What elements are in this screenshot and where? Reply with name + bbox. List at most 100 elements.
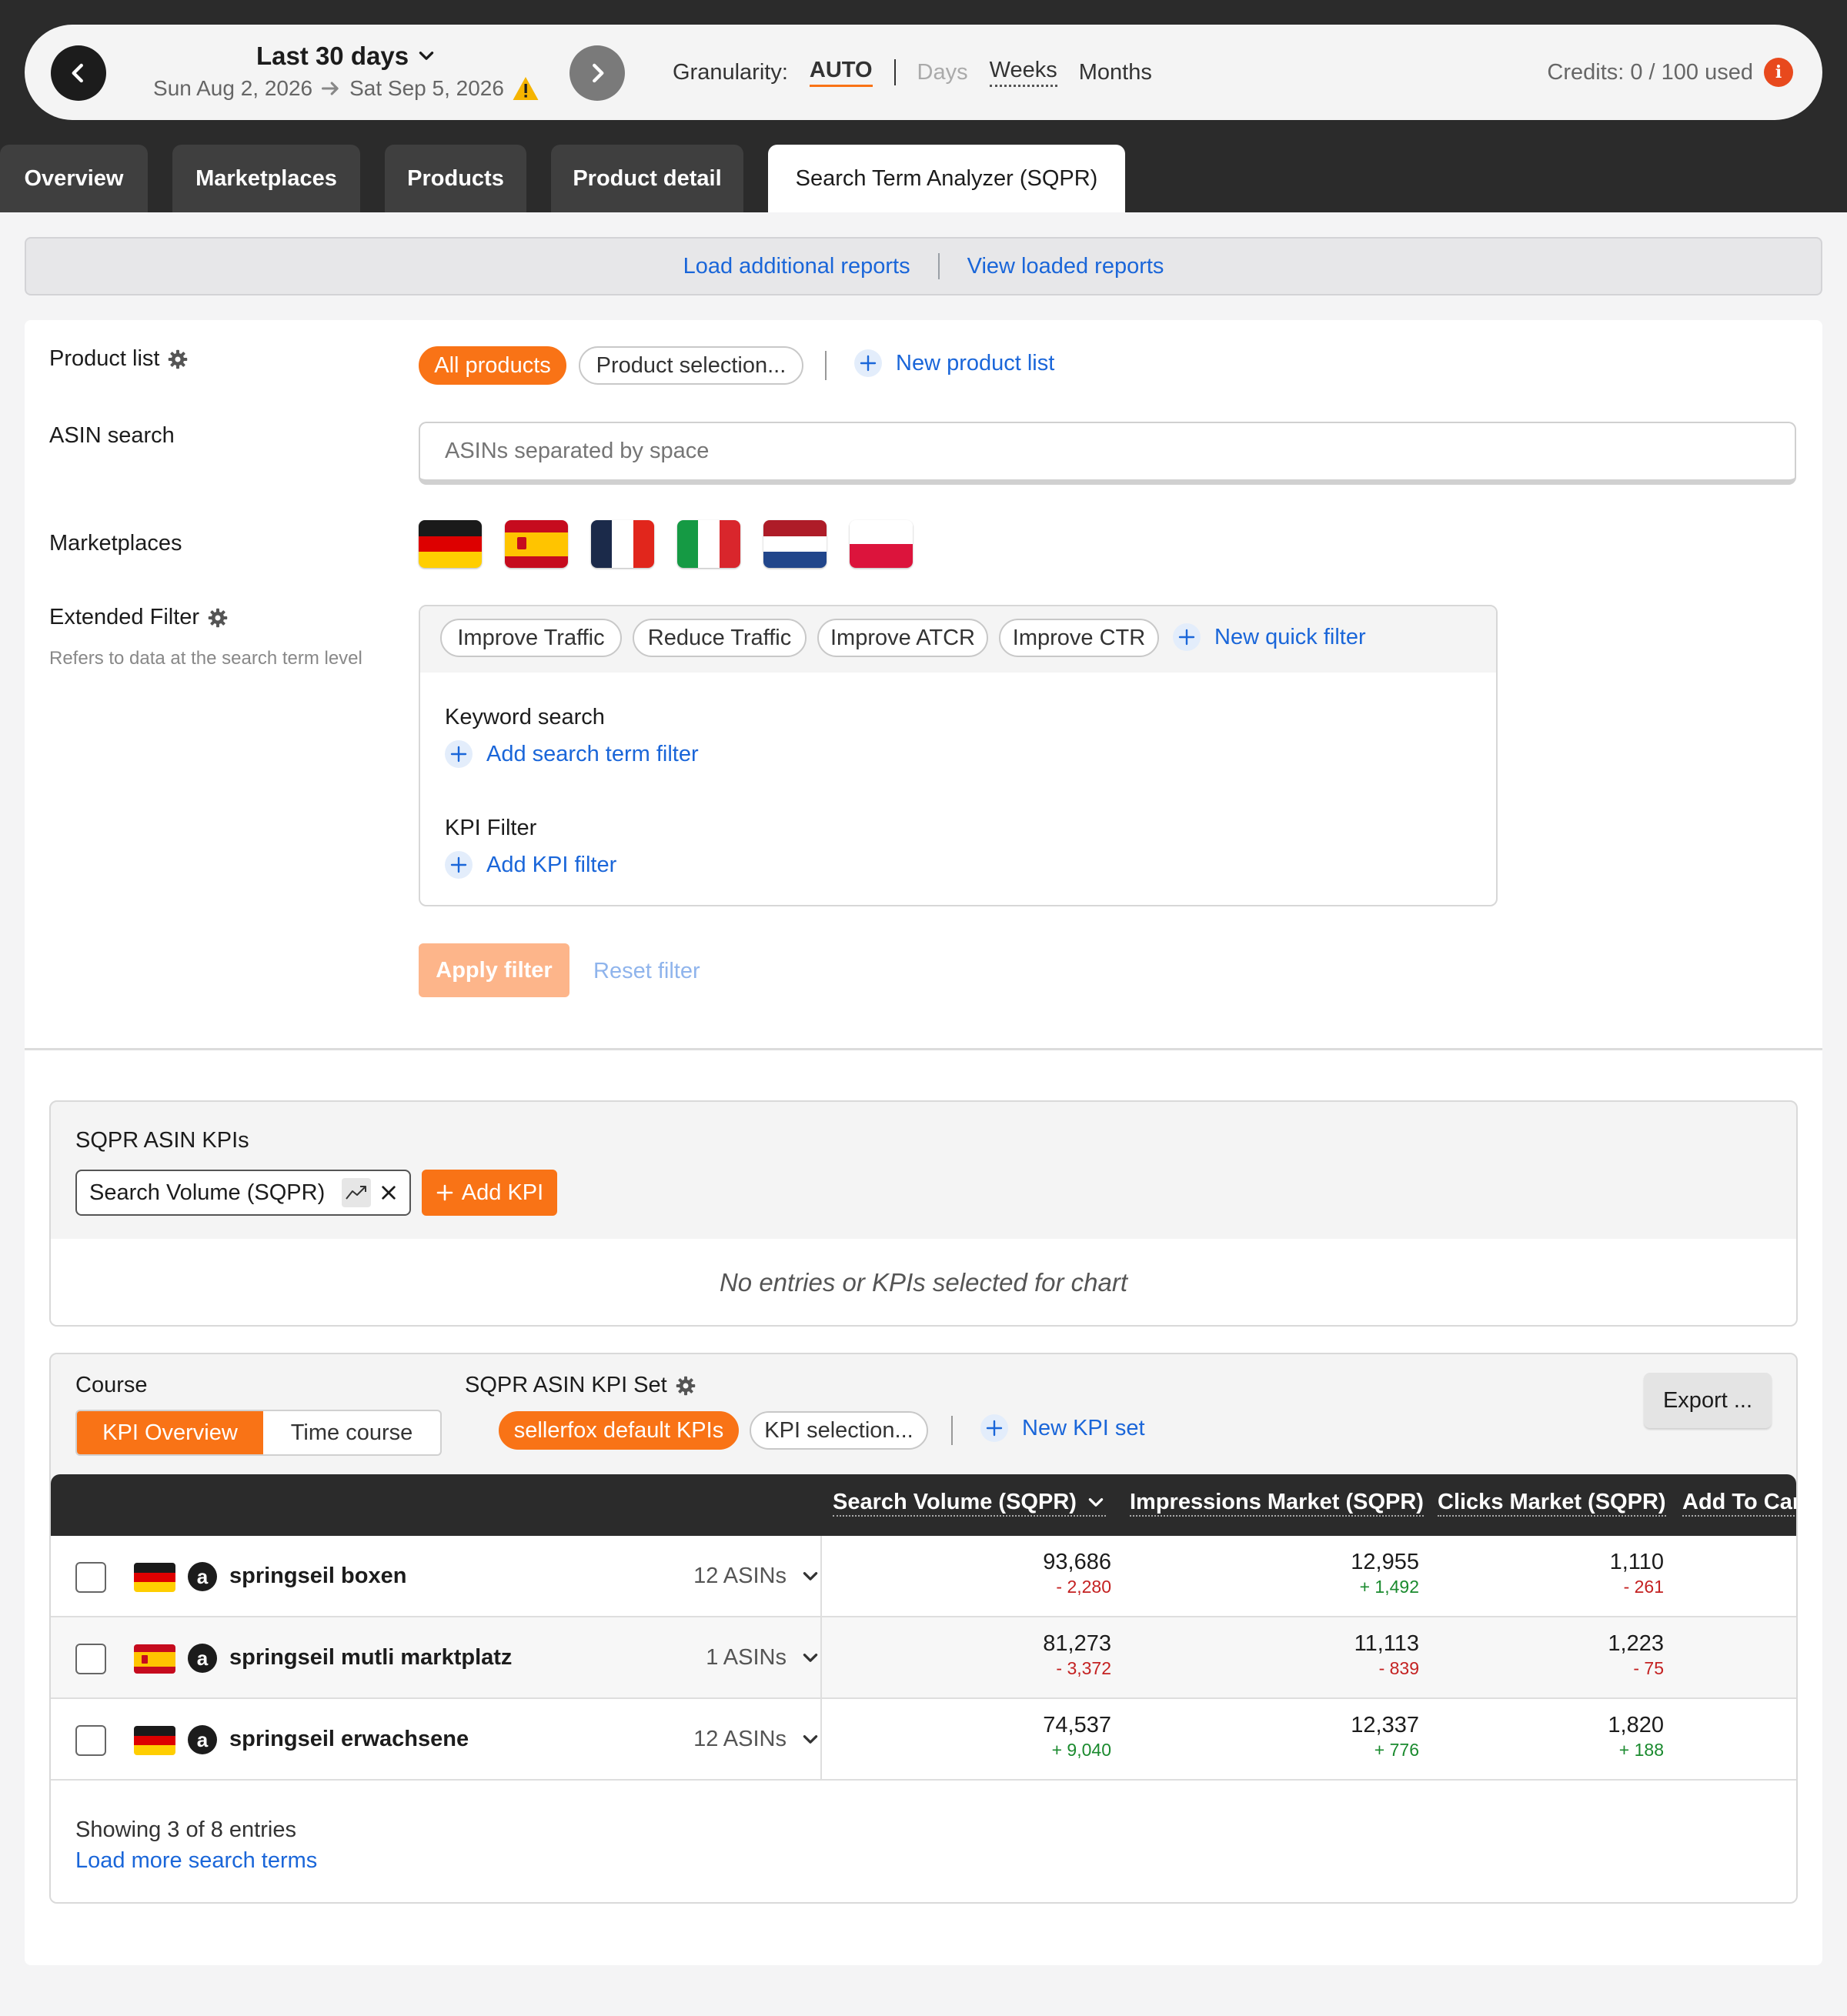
tab-search-term-analyzer[interactable]: Search Term Analyzer (SQPR): [768, 145, 1125, 212]
reports-divider: [937, 253, 940, 279]
load-additional-reports-link[interactable]: Load additional reports: [683, 254, 910, 279]
cell-search-volume: 74,537 + 9,040: [1043, 1711, 1111, 1761]
cell-impressions-market: 11,113- 839: [1354, 1630, 1419, 1679]
granularity-months[interactable]: Months: [1079, 60, 1152, 85]
plus-icon: [436, 1184, 453, 1201]
granularity-auto[interactable]: AUTO: [809, 58, 873, 87]
chevron-down-icon: [803, 1653, 818, 1662]
load-more-search-terms-link[interactable]: Load more search terms: [75, 1848, 317, 1874]
amazon-icon: a: [188, 1644, 217, 1673]
new-kpi-set-link[interactable]: New KPI set: [980, 1414, 1145, 1442]
chevron-down-icon: [1088, 1497, 1104, 1507]
product-list-label: Product list: [49, 346, 189, 372]
cell-search-volume: 93,686 - 2,280: [1043, 1548, 1111, 1597]
course-time-course[interactable]: Time course: [263, 1411, 440, 1454]
view-loaded-reports-link[interactable]: View loaded reports: [967, 254, 1164, 279]
section-divider: [25, 1048, 1822, 1050]
chip-all-products[interactable]: All products: [419, 346, 566, 385]
course-kpi-overview[interactable]: KPI Overview: [77, 1411, 263, 1454]
column-clicks-market[interactable]: Clicks Market (SQPR): [1438, 1490, 1666, 1517]
add-kpi-filter-link[interactable]: Add KPI filter: [445, 851, 616, 879]
value: 12,955: [1351, 1550, 1419, 1574]
next-period-button[interactable]: [569, 45, 625, 101]
row-checkbox[interactable]: [75, 1725, 106, 1756]
value: 81,273: [1043, 1631, 1111, 1656]
date-range-bar: Last 30 days Sun Aug 2, 2026 Sat Sep 5, …: [25, 25, 1822, 120]
quick-filter-improve-ctr[interactable]: Improve CTR: [999, 619, 1159, 657]
flag-fr[interactable]: [591, 520, 654, 568]
tab-products[interactable]: Products: [385, 145, 526, 212]
extended-filter-label: Extended Filter: [49, 605, 229, 630]
top-bar: Last 30 days Sun Aug 2, 2026 Sat Sep 5, …: [0, 0, 1847, 212]
flag-de[interactable]: [419, 520, 482, 568]
tab-marketplaces[interactable]: Marketplaces: [172, 145, 360, 212]
asins-toggle[interactable]: 12 ASINs: [693, 1727, 820, 1752]
new-product-list-link[interactable]: New product list: [854, 349, 1054, 377]
asin-search-input[interactable]: [419, 422, 1796, 485]
add-search-term-filter-text: Add search term filter: [486, 741, 699, 766]
table-row[interactable]: a springseil erwachsene 12 ASINs 74,537 +…: [51, 1699, 1796, 1781]
delta: + 9,040: [1051, 1740, 1111, 1760]
quick-filter-improve-atcr[interactable]: Improve ATCR: [817, 619, 988, 657]
column-search-volume[interactable]: Search Volume (SQPR): [833, 1490, 1106, 1517]
asins-toggle[interactable]: 1 ASINs: [706, 1645, 820, 1671]
column-impressions-market[interactable]: Impressions Market (SQPR): [1130, 1490, 1424, 1517]
gear-icon[interactable]: [675, 1375, 696, 1397]
chip-kpi-selection[interactable]: KPI selection...: [750, 1411, 928, 1450]
flag-es: [134, 1644, 175, 1674]
row-checkbox[interactable]: [75, 1562, 106, 1593]
add-kpi-filter-text: Add KPI filter: [486, 852, 617, 877]
granularity-label: Granularity:: [673, 59, 788, 85]
delta: - 2,280: [1056, 1577, 1111, 1597]
flag-de: [134, 1726, 175, 1755]
cell-search-volume: 81,273- 3,372: [1043, 1630, 1111, 1679]
value: 1,820: [1608, 1713, 1664, 1737]
reset-filter-link[interactable]: Reset filter: [593, 959, 700, 984]
column-divider: [820, 1536, 822, 1617]
table-row[interactable]: a springseil boxen 12 ASINs 93,686 - 2,28…: [51, 1536, 1796, 1617]
coat-of-arms-icon: [142, 1654, 148, 1664]
add-search-term-filter-link[interactable]: Add search term filter: [445, 740, 699, 768]
amazon-icon: a: [188, 1562, 217, 1591]
new-quick-filter-link[interactable]: New quick filter: [1173, 623, 1366, 651]
flag-it[interactable]: [677, 520, 740, 568]
flag-nl[interactable]: [763, 520, 827, 568]
column-add-to-cart[interactable]: Add To Car: [1682, 1490, 1796, 1517]
gear-icon[interactable]: [207, 607, 229, 629]
chevron-down-icon: [419, 52, 434, 60]
delta: - 3,372: [1056, 1658, 1111, 1678]
date-to: Sat Sep 5, 2026: [349, 76, 504, 100]
gear-icon[interactable]: [167, 349, 189, 370]
delta: - 261: [1623, 1577, 1664, 1597]
asins-toggle[interactable]: 12 ASINs: [693, 1564, 820, 1589]
chart-card-title: SQPR ASIN KPIs: [75, 1128, 249, 1153]
row-checkbox[interactable]: [75, 1644, 106, 1674]
previous-period-button[interactable]: [51, 45, 106, 101]
quick-filter-improve-traffic[interactable]: Improve Traffic: [440, 619, 622, 657]
kpi-chip-search-volume[interactable]: Search Volume (SQPR): [75, 1170, 411, 1216]
cell-impressions-market: 12,337 + 776: [1351, 1711, 1419, 1761]
granularity-days[interactable]: Days: [917, 60, 968, 85]
trend-icon[interactable]: [342, 1178, 371, 1207]
kpi-set-label-text: SQPR ASIN KPI Set: [465, 1373, 667, 1397]
extended-filter-description: Refers to data at the search term level: [49, 648, 362, 669]
extended-filter-label-text: Extended Filter: [49, 605, 200, 629]
granularity-weeks[interactable]: Weeks: [989, 58, 1057, 87]
date-range-selector[interactable]: Last 30 days Sun Aug 2, 2026 Sat Sep 5, …: [131, 42, 562, 103]
flag-es[interactable]: [505, 520, 568, 568]
add-kpi-button[interactable]: Add KPI: [422, 1170, 557, 1216]
tab-overview[interactable]: Overview: [0, 145, 148, 212]
info-icon[interactable]: i: [1764, 58, 1793, 87]
chevron-down-icon: [803, 1571, 818, 1580]
tab-product-detail[interactable]: Product detail: [551, 145, 743, 212]
flag-pl[interactable]: [850, 520, 913, 568]
close-icon[interactable]: [380, 1184, 397, 1201]
quick-filter-reduce-traffic[interactable]: Reduce Traffic: [633, 619, 807, 657]
table-row[interactable]: a springseil mutli marktplatz 1 ASINs 81…: [51, 1617, 1796, 1699]
extended-filter-box: Improve Traffic Reduce Traffic Improve A…: [419, 605, 1498, 906]
chip-product-selection[interactable]: Product selection...: [579, 346, 803, 385]
apply-filter-button[interactable]: Apply filter: [419, 943, 569, 997]
keyword-search-label: Keyword search: [445, 705, 605, 729]
chip-default-kpis[interactable]: sellerfox default KPIs: [499, 1411, 739, 1450]
export-button[interactable]: Export ...: [1644, 1373, 1772, 1428]
